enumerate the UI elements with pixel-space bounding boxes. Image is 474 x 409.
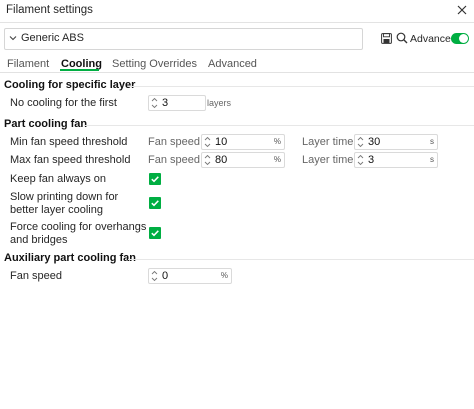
no-cooling-unit: layers: [207, 98, 232, 108]
slow-down-label-line2: better layer cooling: [10, 204, 103, 216]
min-layer-time-label: Layer time: [302, 136, 354, 148]
tab-setting-overrides[interactable]: Setting Overrides: [112, 58, 197, 70]
slow-down-label-line1: Slow printing down for: [10, 191, 119, 203]
tabs-divider: [0, 72, 474, 73]
min-layer-time-value: 30: [368, 136, 381, 148]
no-cooling-label: No cooling for the first: [10, 97, 117, 109]
checkmark-icon: [151, 230, 159, 237]
spin-arrows-icon[interactable]: [204, 135, 211, 149]
search-icon[interactable]: [396, 32, 408, 44]
spin-arrows-icon[interactable]: [204, 153, 211, 167]
save-icon[interactable]: [381, 33, 392, 44]
aux-fan-speed-value: 0: [162, 270, 169, 282]
section-title-part-fan: Part cooling fan: [4, 118, 88, 130]
min-fan-threshold-label: Min fan speed threshold: [10, 136, 128, 148]
aux-fan-speed-input[interactable]: 0 %: [148, 268, 232, 284]
max-fan-speed-value: 80: [215, 154, 228, 166]
section-divider: [128, 86, 474, 87]
min-fan-speed-value: 10: [215, 136, 228, 148]
force-cooling-label-line2: and bridges: [10, 234, 68, 246]
max-layer-time-label: Layer time: [302, 154, 354, 166]
max-fan-speed-input[interactable]: 80 %: [201, 152, 285, 168]
keep-fan-on-checkbox[interactable]: [149, 173, 161, 185]
section-title-aux-fan: Auxiliary part cooling fan: [4, 252, 137, 264]
min-fan-speed-unit: %: [273, 137, 281, 146]
section-divider: [128, 259, 474, 260]
tab-filament[interactable]: Filament: [7, 58, 49, 70]
preset-dropdown[interactable]: Generic ABS: [4, 28, 363, 50]
slow-down-checkbox[interactable]: [149, 197, 161, 209]
aux-fan-speed-unit: %: [220, 271, 228, 280]
toggle-knob: [459, 34, 468, 43]
close-icon: [457, 5, 467, 15]
advanced-toggle-label: Advanced: [410, 33, 457, 45]
keep-fan-on-label: Keep fan always on: [10, 173, 107, 185]
spin-arrows-icon[interactable]: [357, 153, 364, 167]
no-cooling-layers-input[interactable]: 3: [148, 95, 206, 111]
max-fan-speed-unit: %: [273, 155, 281, 164]
aux-fan-speed-label: Fan speed: [10, 270, 62, 282]
spin-arrows-icon[interactable]: [151, 96, 158, 110]
min-fan-speed-input[interactable]: 10 %: [201, 134, 285, 150]
section-title-cooling-specific: Cooling for specific layer: [4, 79, 136, 91]
chevron-down-icon: [9, 36, 17, 41]
max-fan-threshold-label: Max fan speed threshold: [10, 154, 131, 166]
spin-arrows-icon[interactable]: [357, 135, 364, 149]
close-button[interactable]: [454, 2, 470, 18]
min-layer-time-input[interactable]: 30 s: [354, 134, 438, 150]
no-cooling-value: 3: [162, 97, 169, 109]
checkmark-icon: [151, 176, 159, 183]
active-tab-indicator: [60, 69, 99, 71]
min-layer-time-unit: s: [430, 137, 434, 146]
force-cooling-label-line1: Force cooling for overhangs: [10, 221, 147, 233]
max-layer-time-value: 3: [368, 154, 375, 166]
force-cooling-checkbox[interactable]: [149, 227, 161, 239]
checkmark-icon: [151, 200, 159, 207]
window-title: Filament settings: [6, 4, 93, 16]
max-fan-speed-label: Fan speed: [148, 154, 200, 166]
advanced-toggle[interactable]: [451, 33, 469, 44]
max-layer-time-unit: s: [430, 155, 434, 164]
preset-selected-value: Generic ABS: [21, 32, 84, 44]
min-fan-speed-label: Fan speed: [148, 136, 200, 148]
tab-advanced[interactable]: Advanced: [208, 58, 257, 70]
max-layer-time-input[interactable]: 3 s: [354, 152, 438, 168]
spin-arrows-icon[interactable]: [151, 269, 158, 283]
section-divider: [84, 125, 474, 126]
